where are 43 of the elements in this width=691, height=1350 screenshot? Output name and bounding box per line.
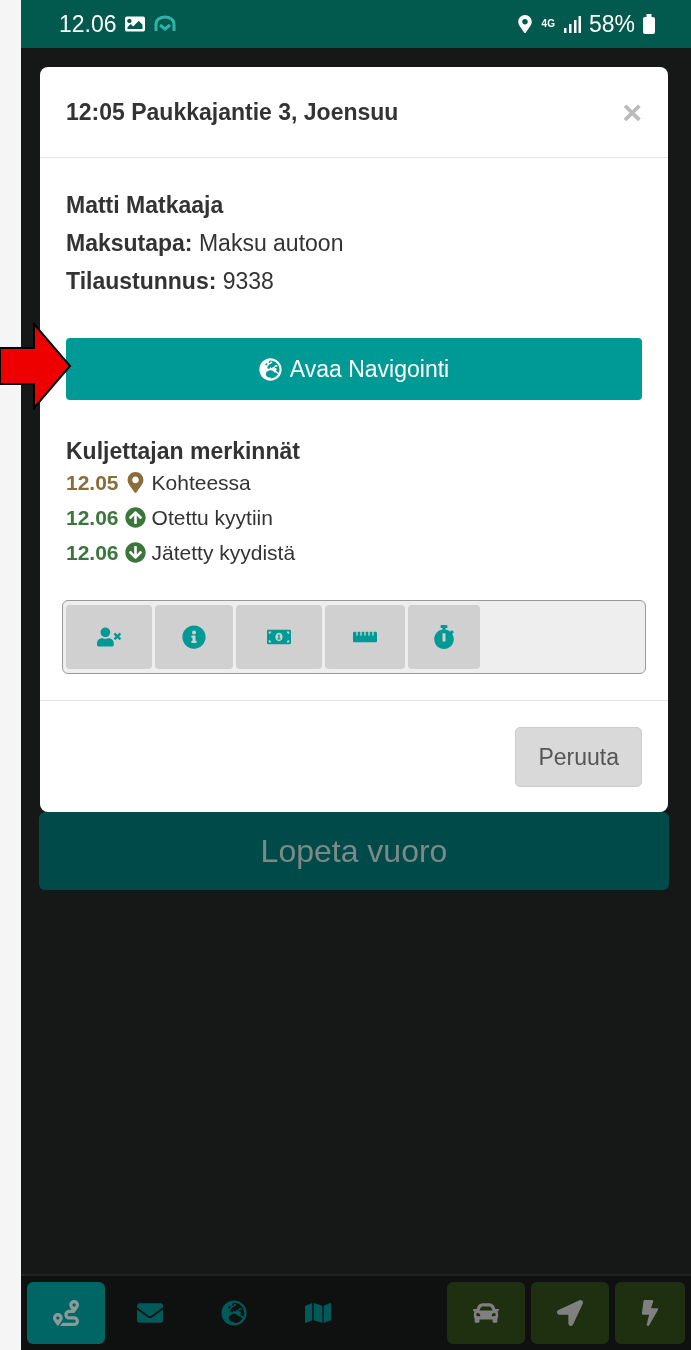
note-time: 12.06 <box>66 505 119 530</box>
note-text: Kohteessa <box>151 470 251 495</box>
pointer-arrow-icon <box>0 322 72 410</box>
car-icon <box>473 1300 499 1326</box>
quick-action-button[interactable] <box>447 1282 525 1344</box>
location-arrow-icon <box>557 1300 583 1326</box>
note-text: Otettu kyytiin <box>151 505 273 530</box>
tool-button[interactable] <box>155 605 233 669</box>
cancel-button[interactable]: Peruuta <box>515 727 642 787</box>
user-remove-icon <box>97 625 121 649</box>
clock-time: 12.06 <box>59 10 117 38</box>
detail-line: Tilaustunnus: 9338 <box>66 267 275 296</box>
globe-icon <box>258 357 282 381</box>
quick-action-button[interactable] <box>615 1282 685 1344</box>
note-time: 12.06 <box>66 540 119 565</box>
quick-action-button[interactable] <box>531 1282 609 1344</box>
note-time: 12.05 <box>66 470 119 495</box>
close-button[interactable]: × <box>622 92 642 132</box>
battery-percent: 58% <box>588 10 635 38</box>
stopwatch-icon <box>432 625 456 649</box>
route-icon <box>53 1300 79 1326</box>
globe-icon <box>221 1300 247 1326</box>
navigation-button[interactable]: Avaa Navigointi <box>66 338 642 400</box>
map-icon <box>305 1300 331 1326</box>
note-text: Jätetty kyydistä <box>151 540 296 565</box>
network-type: 4G <box>541 19 555 29</box>
image-icon <box>124 14 145 34</box>
tool-button[interactable] <box>236 605 322 669</box>
location-icon <box>515 15 534 33</box>
nav-tab[interactable] <box>27 1282 105 1344</box>
info-icon <box>182 625 206 649</box>
detail-line: Maksutapa: Maksu autoon <box>66 229 345 258</box>
end-shift-button[interactable]: Lopeta vuoro <box>39 812 669 890</box>
mail-icon <box>137 1300 163 1326</box>
dialog-title: 12:05 Paukkajantie 3, Joensuu <box>66 98 399 126</box>
signal-icon <box>562 15 581 33</box>
notes-heading: Kuljettajan merkinnät <box>66 438 301 465</box>
app-logo-icon <box>152 15 177 33</box>
tool-button[interactable] <box>325 605 405 669</box>
tool-button[interactable] <box>408 605 480 669</box>
passenger-name: Matti Matkaaja <box>66 191 225 220</box>
tool-button[interactable] <box>66 605 152 669</box>
battery-icon <box>643 14 655 34</box>
